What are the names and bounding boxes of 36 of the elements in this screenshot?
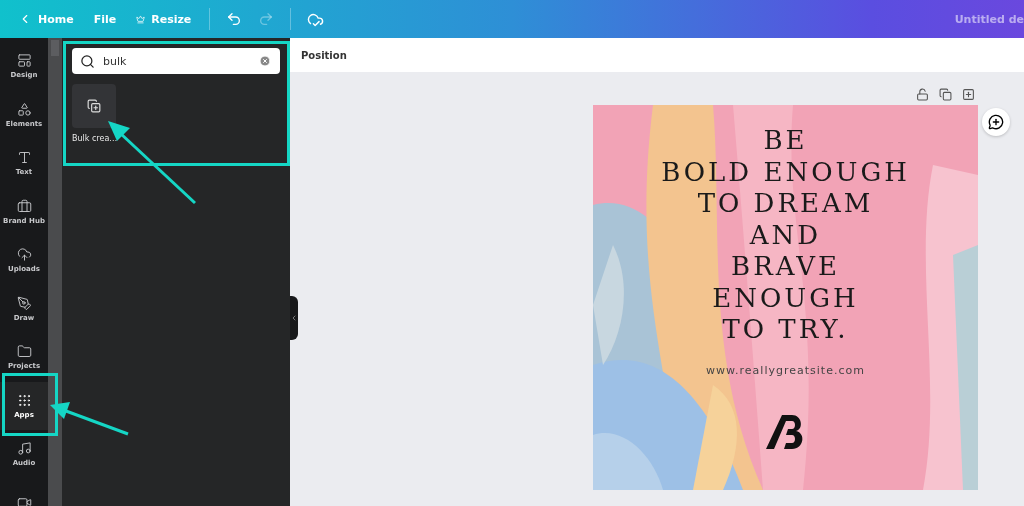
add-page-icon[interactable] <box>962 88 975 101</box>
undo-icon <box>226 11 243 27</box>
crown-icon <box>136 14 146 24</box>
comment-plus-icon <box>988 114 1004 130</box>
search-icon <box>80 53 95 69</box>
collapse-handle[interactable] <box>290 296 298 340</box>
unlock-icon[interactable] <box>916 88 929 101</box>
redo-icon <box>258 11 275 27</box>
folder-icon <box>16 344 32 360</box>
quote-line: TO DREAM <box>697 188 874 220</box>
comment-button[interactable] <box>982 108 1010 136</box>
layout-icon <box>16 53 32 69</box>
duplicate-icon[interactable] <box>939 88 952 101</box>
app-tile[interactable] <box>72 84 116 128</box>
quote-line: BOLD ENOUGH <box>661 156 910 188</box>
quote-line: BE <box>763 125 808 157</box>
briefcase-icon <box>16 198 32 214</box>
position-label[interactable]: Position <box>301 49 347 61</box>
cloud-upload-icon <box>16 247 32 263</box>
website-text: www.reallygreatsite.com <box>706 363 865 377</box>
music-icon <box>16 441 32 457</box>
copy-plus-icon <box>87 99 101 113</box>
pen-icon <box>16 295 32 311</box>
quote-line: TO TRY. <box>722 314 849 346</box>
search-field[interactable]: bulk <box>72 48 280 74</box>
grid-icon <box>16 392 32 408</box>
shapes-icon <box>16 101 32 117</box>
clear-icon[interactable] <box>259 55 271 67</box>
chevron-left-icon <box>290 314 298 322</box>
app-label: Bulk crea… <box>72 134 119 143</box>
quote-line: AND <box>749 219 822 251</box>
quote-line: ENOUGH <box>712 282 859 314</box>
highlight-frame <box>2 373 58 436</box>
video-icon <box>16 495 32 506</box>
text-icon <box>16 150 32 166</box>
quote-line: BRAVE <box>731 251 840 283</box>
